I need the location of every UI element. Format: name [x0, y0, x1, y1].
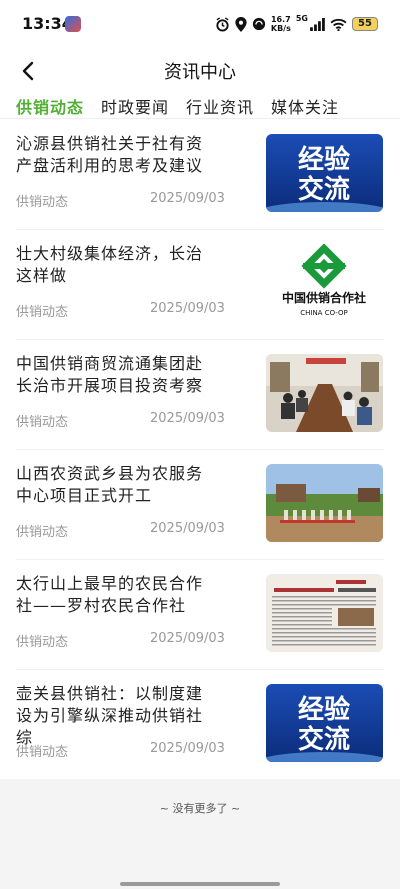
article-source: 供销动态: [16, 525, 69, 540]
article-item[interactable]: 山西农资武乡县为农服务中心项目正式开工 供销动态 2025/09/03: [0, 449, 400, 559]
app-notification-icon: [65, 16, 81, 32]
article-item[interactable]: 太行山上最早的农民合作社——罗村农民合作社 供销动态 2025/09/03: [0, 559, 400, 669]
net-speed-value: 16.7: [270, 15, 291, 24]
article-item[interactable]: 中国供销商贸流通集团赴长治市开展项目投资考察 供销动态 2025/09/03: [0, 339, 400, 449]
tab-supply-news[interactable]: 供销动态: [16, 94, 85, 122]
article-date: 2025/09/03: [150, 411, 225, 426]
article-source: 供销动态: [16, 745, 69, 760]
article-source: 供销动态: [16, 195, 69, 210]
article-title: 中国供销商贸流通集团赴长治市开展项目投资考察: [16, 354, 204, 395]
article-date: 2025/09/03: [150, 191, 225, 206]
tab-label: 媒体关注: [271, 98, 340, 117]
wifi-icon: [330, 18, 347, 31]
article-title: 沁源县供销社关于社有资产盘活利用的思考及建议: [16, 134, 204, 175]
article-item[interactable]: 沁源县供销社关于社有资产盘活利用的思考及建议 供销动态 2025/09/03 经…: [0, 119, 400, 229]
no-more-content-label: ~ 没有更多了 ~: [159, 802, 241, 815]
tab-label: 行业资讯: [186, 98, 255, 117]
article-thumbnail: 经验 交流: [266, 134, 383, 212]
thumbnail-text-line1: 中国供销合作社: [282, 290, 366, 305]
article-item[interactable]: 壮大村级集体经济，长治这样做 供销动态 2025/09/03 中国供销合作社 C…: [0, 229, 400, 339]
thumbnail-text-line2: 交流: [298, 724, 350, 755]
net-speed: 16.7 KB/s: [271, 15, 291, 33]
article-title: 山西农资武乡县为农服务中心项目正式开工: [16, 464, 204, 505]
article-date: 2025/09/03: [150, 521, 225, 536]
tab-media-focus[interactable]: 媒体关注: [271, 94, 339, 118]
article-thumbnail: 中国供销合作社 CHINA CO-OP: [266, 244, 383, 322]
article-title: 壮大村级集体经济，长治这样做: [16, 244, 204, 285]
article-date: 2025/09/03: [150, 741, 225, 756]
tab-label: 时政要闻: [101, 98, 170, 117]
article-item[interactable]: 壶关县供销社：以制度建设为引擎纵深推动供销社综 供销动态 2025/09/03 …: [0, 669, 400, 779]
article-thumbnail: [266, 464, 383, 542]
navigation-bar: 资讯中心: [0, 48, 400, 94]
article-date: 2025/09/03: [150, 301, 225, 316]
article-thumbnail: [266, 354, 383, 432]
thumbnail-text-line1: 经验: [298, 694, 350, 725]
category-tabs: 供销动态 时政要闻 行业资讯 媒体关注: [0, 94, 400, 122]
article-date: 2025/09/03: [150, 631, 225, 646]
article-source: 供销动态: [16, 305, 69, 320]
status-bar: 13:34 16.7 KB/s 5G 55: [0, 0, 400, 48]
article-title: 壶关县供销社：以制度建设为引擎纵深推动供销社综: [16, 684, 204, 747]
signal-icon: [310, 17, 325, 31]
article-list: 沁源县供销社关于社有资产盘活利用的思考及建议 供销动态 2025/09/03 经…: [0, 119, 400, 779]
thumbnail-text-line2: CHINA CO-OP: [300, 309, 348, 317]
location-icon: [235, 16, 247, 32]
home-indicator[interactable]: [120, 882, 280, 886]
page-title: 资讯中心: [164, 62, 236, 83]
alarm-icon: [216, 16, 229, 32]
article-thumbnail: [266, 574, 383, 652]
battery-indicator: 55: [352, 17, 378, 31]
tab-label: 供销动态: [16, 98, 85, 117]
net-speed-unit: KB/s: [270, 24, 291, 33]
thumbnail-text-line1: 经验: [298, 144, 350, 175]
network-type: 5G: [295, 14, 308, 23]
article-source: 供销动态: [16, 415, 69, 430]
article-title: 太行山上最早的农民合作社——罗村农民合作社: [16, 574, 204, 615]
tab-industry-news[interactable]: 行业资讯: [186, 94, 254, 118]
tab-politics-news[interactable]: 时政要闻: [101, 94, 169, 118]
article-thumbnail: 经验 交流: [266, 684, 383, 762]
headset-icon: [252, 17, 265, 31]
status-icons: 16.7 KB/s 5G 55: [215, 14, 378, 34]
article-source: 供销动态: [16, 635, 69, 650]
thumbnail-text-line2: 交流: [298, 174, 350, 205]
